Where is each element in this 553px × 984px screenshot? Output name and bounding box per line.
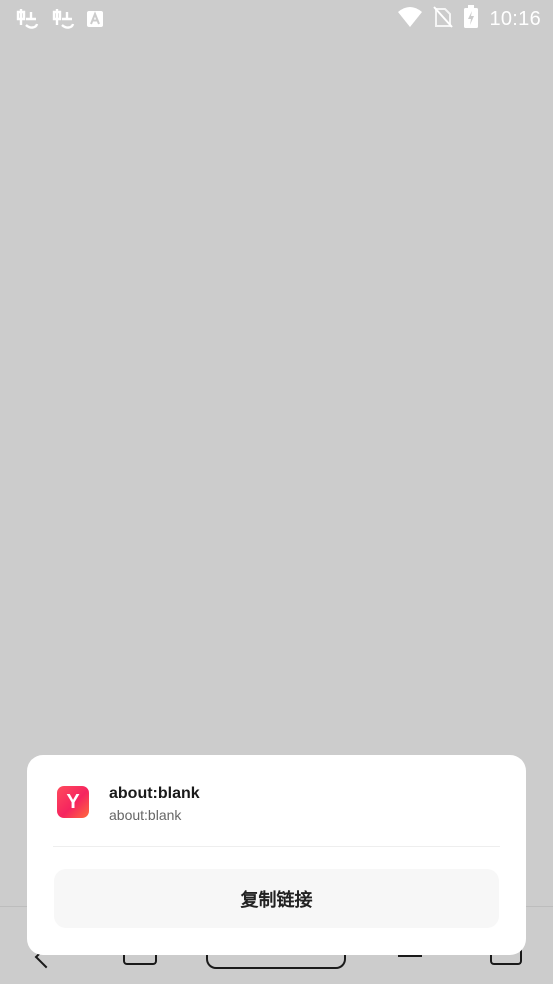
status-bar: 10:16: [0, 0, 553, 38]
copy-link-button[interactable]: 复制链接: [54, 869, 499, 928]
page-url: about:blank: [109, 807, 182, 823]
status-left-icons: [14, 6, 104, 37]
notification-bug-icon: [14, 6, 40, 37]
page-title: about:blank: [109, 785, 200, 802]
no-sim-icon: [433, 6, 454, 33]
battery-charging-icon: [463, 5, 479, 34]
status-right-icons: 10:16: [397, 5, 541, 34]
menu-icon[interactable]: [398, 955, 422, 957]
divider: [53, 846, 500, 847]
app-logo-icon: Y: [57, 786, 89, 818]
share-sheet: Y about:blank about:blank 复制链接: [27, 755, 526, 955]
keyboard-a-icon: [86, 10, 104, 33]
notification-bug-icon: [50, 6, 76, 37]
status-time: 10:16: [489, 8, 541, 30]
wifi-icon: [397, 6, 423, 33]
